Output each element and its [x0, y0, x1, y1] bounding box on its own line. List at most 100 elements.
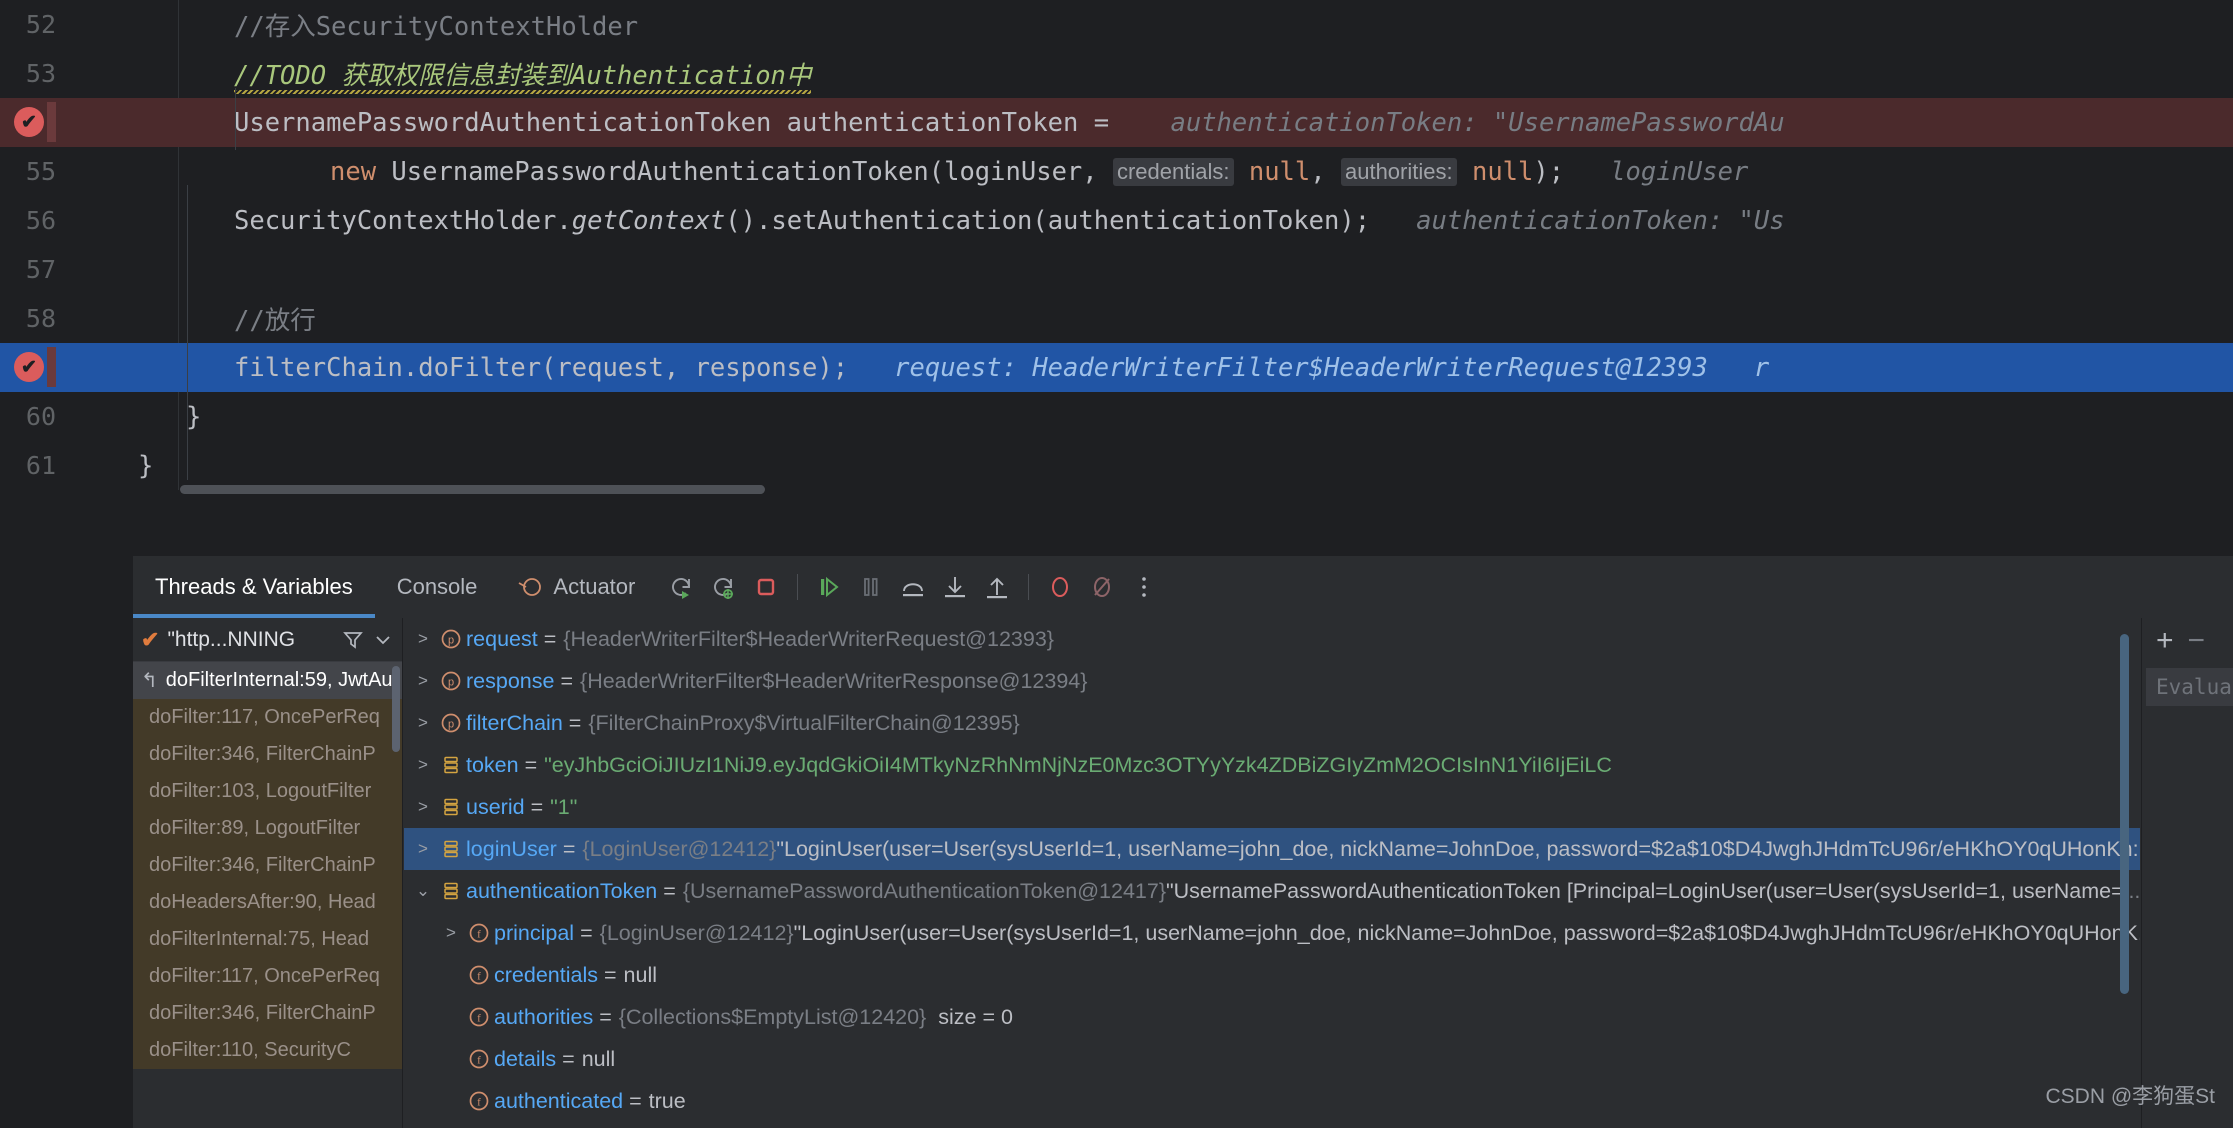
editor-line[interactable]: 58 //放行	[0, 294, 2233, 343]
svg-text:f: f	[477, 1055, 481, 1067]
equals-sign: =	[560, 668, 574, 693]
frame-list-item[interactable]: doFilter:346, FilterChainP	[133, 995, 402, 1032]
debugger-toolbar: Threads & Variables Console Actuator	[133, 556, 2233, 618]
variables-vertical-scrollbar[interactable]	[2120, 634, 2129, 994]
chevron-down-icon[interactable]: ⌄	[410, 881, 436, 901]
comment: //放行	[234, 306, 316, 336]
code-token: SecurityContextHolder.	[234, 205, 572, 236]
variable-string-value: "eyJhbGciOiJIUzI1NiJ9.eyJqdGkiOiI4MTkyNz…	[544, 752, 1612, 777]
variable-row[interactable]: f authenticated = true	[404, 1080, 2140, 1122]
frame-list[interactable]: ↰ doFilterInternal:59, JwtAu doFilter:117,…	[133, 662, 402, 1069]
rerun-debug-button[interactable]	[705, 568, 743, 606]
variable-row[interactable]: > token = "eyJhbGciOiJIUzI1NiJ9.eyJqdGkiOiI…	[404, 744, 2140, 786]
breakpoint-gutter-bar	[47, 102, 56, 142]
equals-sign: =	[663, 878, 676, 903]
editor-line[interactable]: 55 new UsernamePasswordAuthenticationToke…	[0, 147, 2233, 196]
filter-frames-icon[interactable]	[342, 629, 364, 651]
code-text: }	[186, 392, 201, 441]
frames-vertical-scrollbar[interactable]	[392, 666, 400, 752]
variable-value: true	[648, 1088, 686, 1113]
variable-row[interactable]: f credentials = null	[404, 954, 2140, 996]
frame-label: doFilter:346, FilterChainP	[149, 1002, 376, 1024]
indent-guide	[187, 185, 188, 480]
frame-list-item[interactable]: doFilter:110, SecurityC	[133, 1032, 402, 1069]
truncation-ellipsis: ...	[2138, 921, 2140, 946]
frame-list-item[interactable]: doFilterInternal:75, Head	[133, 921, 402, 958]
local-variable-icon	[436, 753, 466, 777]
variable-row[interactable]: f authorities = {Collections$EmptyList@1242…	[404, 996, 2140, 1038]
editor-line[interactable]: 61}	[0, 441, 2233, 490]
variable-row[interactable]: > p request = {HeaderWriterFilter$HeaderWrit…	[404, 618, 2140, 660]
variable-name: request	[466, 626, 538, 651]
variable-row[interactable]: > f principal = {LoginUser@12412} "LoginUser…	[404, 912, 2140, 954]
code-editor[interactable]: 52 //存入SecurityContextHolder 53 //TODO 获取权限…	[0, 0, 2233, 520]
thread-selector-label: "http...NNING	[167, 627, 296, 651]
tab-console[interactable]: Console	[375, 556, 500, 618]
editor-line[interactable]: 57	[0, 245, 2233, 294]
frame-list-item[interactable]: doFilter:346, FilterChainP	[133, 736, 402, 773]
variable-type: {FilterChainProxy$VirtualFilterChain@123…	[588, 710, 1020, 735]
remove-watch-button[interactable]: −	[2188, 626, 2206, 656]
variable-row[interactable]: ⌄ authenticationToken = {UsernamePasswordAu…	[404, 870, 2140, 912]
editor-line[interactable]: ✔ UsernamePasswordAuthenticationToken aut…	[0, 98, 2233, 147]
chevron-right-icon[interactable]: >	[410, 755, 436, 775]
variable-value: "LoginUser(user=User(sysUserId=1, userNa…	[793, 920, 2138, 945]
evaluate-expression-input[interactable]: Evaluate	[2146, 668, 2233, 706]
frame-list-item[interactable]: doFilter:346, FilterChainP	[133, 847, 402, 884]
editor-line[interactable]: 52 //存入SecurityContextHolder	[0, 0, 2233, 49]
variable-row[interactable]: > p response = {HeaderWriterFilter$HeaderWri…	[404, 660, 2140, 702]
thread-selector[interactable]: ✔ "http...NNING	[133, 618, 402, 662]
mute-breakpoints-button[interactable]	[1083, 568, 1121, 606]
stop-button[interactable]	[747, 568, 785, 606]
editor-line[interactable]: 56 SecurityContextHolder. getContext ().set…	[0, 196, 2233, 245]
editor-line[interactable]: 53 //TODO 获取权限信息封装到Authentication中	[0, 49, 2233, 98]
more-options-button[interactable]	[1125, 568, 1163, 606]
chevron-down-icon[interactable]	[372, 629, 394, 651]
pause-program-button[interactable]	[852, 568, 890, 606]
indent-guide	[235, 88, 236, 150]
editor-line[interactable]: 60}	[0, 392, 2233, 441]
variables-tree[interactable]: > p request = {HeaderWriterFilter$HeaderWrit…	[404, 618, 2140, 1128]
frame-list-item[interactable]: doFilter:103, LogoutFilter	[133, 773, 402, 810]
variable-row[interactable]: > userid = "1"	[404, 786, 2140, 828]
editor-horizontal-scrollbar[interactable]	[180, 485, 765, 494]
add-watch-button[interactable]: +	[2156, 626, 2174, 656]
parameter-icon: p	[436, 627, 466, 651]
chevron-right-icon[interactable]: >	[410, 797, 436, 817]
step-over-button[interactable]	[894, 568, 932, 606]
collection-size: size = 0	[938, 1004, 1013, 1029]
variable-value: null	[581, 1046, 616, 1071]
breakpoint-icon[interactable]: ✔	[14, 352, 44, 382]
actuator-icon	[517, 574, 543, 600]
view-breakpoints-button[interactable]	[1041, 568, 1079, 606]
variable-name: response	[466, 668, 555, 693]
local-variable-icon	[436, 879, 466, 903]
resume-program-button[interactable]	[810, 568, 848, 606]
frame-list-item[interactable]: doFilter:89, LogoutFilter	[133, 810, 402, 847]
variable-row[interactable]: > p filterChain = {FilterChainProxy$VirtualF…	[404, 702, 2140, 744]
frame-list-item[interactable]: doFilter:117, OncePerReq	[133, 699, 402, 736]
tab-threads-and-variables[interactable]: Threads & Variables	[133, 556, 375, 618]
frame-list-item[interactable]: ↰ doFilterInternal:59, JwtAu	[133, 662, 402, 699]
parameter-icon: p	[436, 711, 466, 735]
chevron-right-icon[interactable]: >	[410, 629, 436, 649]
editor-line[interactable]: ✔ filterChain.doFilter(request, response)…	[0, 343, 2233, 392]
step-out-button[interactable]	[978, 568, 1016, 606]
tab-actuator[interactable]: Actuator	[499, 574, 653, 600]
field-icon: f	[464, 921, 494, 945]
chevron-right-icon[interactable]: >	[410, 839, 436, 859]
frames-panel: ✔ "http...NNING ↰ doFilterInternal:59, Jw…	[133, 618, 403, 1128]
chevron-right-icon[interactable]: >	[410, 713, 436, 733]
frame-list-item[interactable]: doHeadersAfter:90, Head	[133, 884, 402, 921]
frame-list-item[interactable]: doFilter:117, OncePerReq	[133, 958, 402, 995]
chevron-right-icon[interactable]: >	[438, 923, 464, 943]
step-into-button[interactable]	[936, 568, 974, 606]
svg-text:f: f	[477, 971, 481, 983]
rerun-button[interactable]	[663, 568, 701, 606]
breakpoint-icon[interactable]: ✔	[14, 107, 44, 137]
chevron-right-icon[interactable]: >	[410, 671, 436, 691]
variable-row[interactable]: > loginUser = {LoginUser@12412} "LoginUser(…	[404, 828, 2140, 870]
variable-row[interactable]: f details = null	[404, 1038, 2140, 1080]
thread-running-icon: ✔	[141, 626, 160, 652]
equals-sign: =	[580, 920, 593, 945]
